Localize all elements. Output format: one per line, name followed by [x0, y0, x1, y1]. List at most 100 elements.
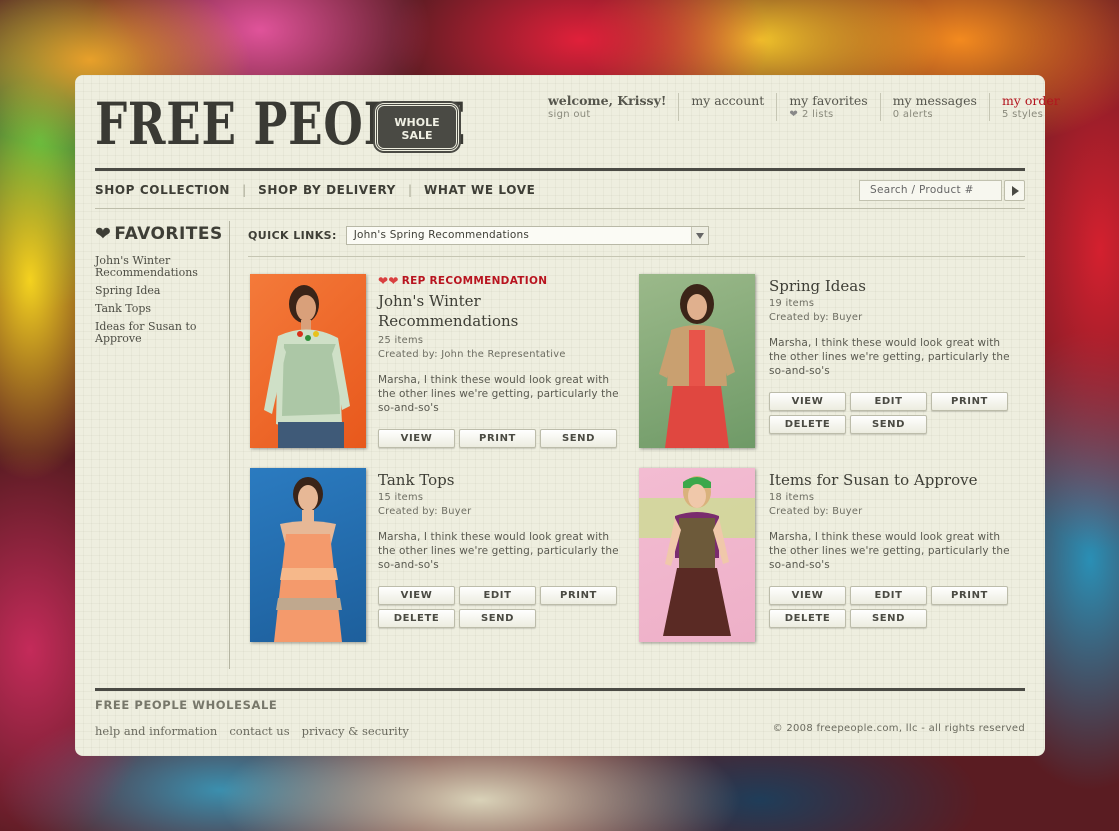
card-created-by: Created by: Buyer: [769, 312, 863, 323]
print-button[interactable]: PRINT: [931, 586, 1008, 605]
edit-button[interactable]: EDIT: [459, 586, 536, 605]
card-item-count: 19 items: [769, 298, 815, 309]
nav-divider: [95, 208, 1025, 209]
print-button[interactable]: PRINT: [459, 429, 536, 448]
product-image[interactable]: [250, 274, 366, 448]
card-info: Items for Susan to Approve 18 items Crea…: [769, 468, 1014, 632]
view-button[interactable]: VIEW: [769, 392, 846, 411]
footer-link-contact[interactable]: contact us: [229, 724, 289, 738]
delete-button[interactable]: DELETE: [769, 609, 846, 628]
product-image[interactable]: [639, 468, 755, 642]
product-image[interactable]: [250, 468, 366, 642]
edit-button[interactable]: EDIT: [850, 392, 927, 411]
footer-link-help[interactable]: help and information: [95, 724, 217, 738]
nav-shop-collection[interactable]: SHOP COLLECTION: [95, 183, 230, 197]
card-item-count: 15 items: [378, 492, 424, 503]
nav-what-we-love[interactable]: WHAT WE LOVE: [424, 183, 535, 197]
nav-shop-by-delivery[interactable]: SHOP BY DELIVERY: [258, 183, 396, 197]
my-order-block: my order 5 styles: [988, 93, 1072, 121]
favorites-item[interactable]: Ideas for Susan to Approve: [95, 321, 210, 345]
favorites-list: John's Winter Recommendations Spring Ide…: [95, 255, 225, 345]
footer-title: FREE PEOPLE WHOLESALE: [95, 698, 278, 712]
favorites-count-text: 2 lists: [802, 109, 834, 120]
card-info: ❤❤ REP RECOMMENDATION John's Winter Reco…: [378, 274, 623, 452]
welcome-text: welcome, Krissy!: [548, 93, 667, 108]
quick-links-divider: [248, 256, 1025, 257]
badge-line1: WHOLE: [394, 116, 440, 129]
card-created-by: Created by: Buyer: [378, 506, 472, 517]
messages-count: 0 alerts: [892, 109, 933, 120]
copyright: © 2008 freepeople.com, llc - all rights …: [772, 723, 1025, 734]
favorite-list-card: Spring Ideas 19 items Created by: Buyer …: [639, 274, 1014, 449]
quick-links: QUICK LINKS: John's Spring Recommendatio…: [248, 226, 709, 245]
send-button[interactable]: SEND: [459, 609, 536, 628]
wholesale-badge: WHOLE SALE: [375, 103, 459, 151]
card-description: Marsha, I think these would look great w…: [378, 374, 619, 414]
favorite-list-card: Tank Tops 15 items Created by: Buyer Mar…: [250, 468, 625, 643]
search-input[interactable]: Search / Product #: [859, 180, 1002, 201]
quick-links-label: QUICK LINKS:: [248, 229, 337, 242]
favorites-item[interactable]: Tank Tops: [95, 303, 210, 315]
delete-button[interactable]: DELETE: [378, 609, 455, 628]
sidebar-divider: [229, 221, 230, 669]
card-info: Tank Tops 15 items Created by: Buyer Mar…: [378, 468, 623, 632]
model-illustration: [264, 285, 350, 448]
favorite-list-card: ❤❤ REP RECOMMENDATION John's Winter Reco…: [250, 274, 625, 449]
card-title[interactable]: John's Winter Recommendations: [378, 291, 623, 331]
main-nav: SHOP COLLECTION | SHOP BY DELIVERY | WHA…: [95, 183, 535, 197]
order-count: 5 styles: [1001, 109, 1044, 120]
favorites-title: FAVORITES: [114, 224, 223, 244]
sign-out-link[interactable]: sign out: [548, 108, 666, 122]
my-messages-link[interactable]: my messages: [893, 93, 977, 108]
footer-links: help and information contact us privacy …: [95, 724, 421, 738]
my-order-link[interactable]: my order: [1002, 93, 1060, 108]
print-button[interactable]: PRINT: [540, 586, 617, 605]
welcome-block: welcome, Krissy! sign out: [548, 93, 678, 121]
rep-recommendation-label: REP RECOMMENDATION: [401, 275, 548, 287]
card-actions: VIEW EDIT PRINT DELETE SEND: [769, 586, 1019, 632]
card-title[interactable]: Tank Tops: [378, 470, 623, 490]
card-actions: VIEW EDIT PRINT DELETE SEND: [769, 392, 1019, 438]
edit-button[interactable]: EDIT: [850, 586, 927, 605]
model-illustration: [639, 476, 755, 636]
card-description: Marsha, I think these would look great w…: [378, 531, 619, 571]
my-messages-block: my messages 0 alerts: [879, 93, 989, 121]
card-item-count: 18 items: [769, 492, 815, 503]
delete-button[interactable]: DELETE: [769, 415, 846, 434]
quick-links-selected: John's Spring Recommendations: [353, 229, 530, 241]
favorites-item[interactable]: John's Winter Recommendations: [95, 255, 210, 279]
favorites-item[interactable]: Spring Idea: [95, 285, 210, 297]
card-info: Spring Ideas 19 items Created by: Buyer …: [769, 274, 1014, 438]
print-button[interactable]: PRINT: [931, 392, 1008, 411]
my-favorites-block: my favorites ❤ 2 lists: [776, 93, 879, 121]
send-button[interactable]: SEND: [540, 429, 617, 448]
card-actions: VIEW EDIT PRINT DELETE SEND: [378, 586, 628, 632]
card-description: Marsha, I think these would look great w…: [769, 531, 1010, 571]
my-favorites-link[interactable]: my favorites: [789, 93, 867, 108]
nav-separator: |: [407, 183, 413, 197]
my-account-block: my account: [678, 93, 776, 121]
card-created-by: Created by: Buyer: [769, 506, 863, 517]
heart-icon: ❤: [789, 109, 799, 120]
my-account-link[interactable]: my account: [691, 93, 764, 108]
rep-recommendation-badge: ❤❤ REP RECOMMENDATION: [378, 274, 623, 288]
card-title[interactable]: Items for Susan to Approve: [769, 470, 1014, 490]
search-submit-icon[interactable]: [1004, 180, 1025, 201]
product-image[interactable]: [639, 274, 755, 448]
badge-line2: SALE: [401, 129, 433, 142]
card-title[interactable]: Spring Ideas: [769, 276, 1014, 296]
footer-link-privacy[interactable]: privacy & security: [302, 724, 409, 738]
footer-divider: [95, 688, 1025, 691]
send-button[interactable]: SEND: [850, 415, 927, 434]
quick-links-select[interactable]: John's Spring Recommendations: [345, 226, 709, 245]
heart-icon: ❤: [95, 223, 112, 245]
view-button[interactable]: VIEW: [378, 586, 455, 605]
send-button[interactable]: SEND: [850, 609, 927, 628]
header-divider: [95, 168, 1025, 171]
view-button[interactable]: VIEW: [769, 586, 846, 605]
view-button[interactable]: VIEW: [378, 429, 455, 448]
card-description: Marsha, I think these would look great w…: [769, 337, 1010, 377]
chevron-down-icon[interactable]: [690, 227, 708, 244]
card-item-count: 25 items: [378, 335, 424, 346]
card-actions: VIEW PRINT SEND: [378, 429, 628, 452]
